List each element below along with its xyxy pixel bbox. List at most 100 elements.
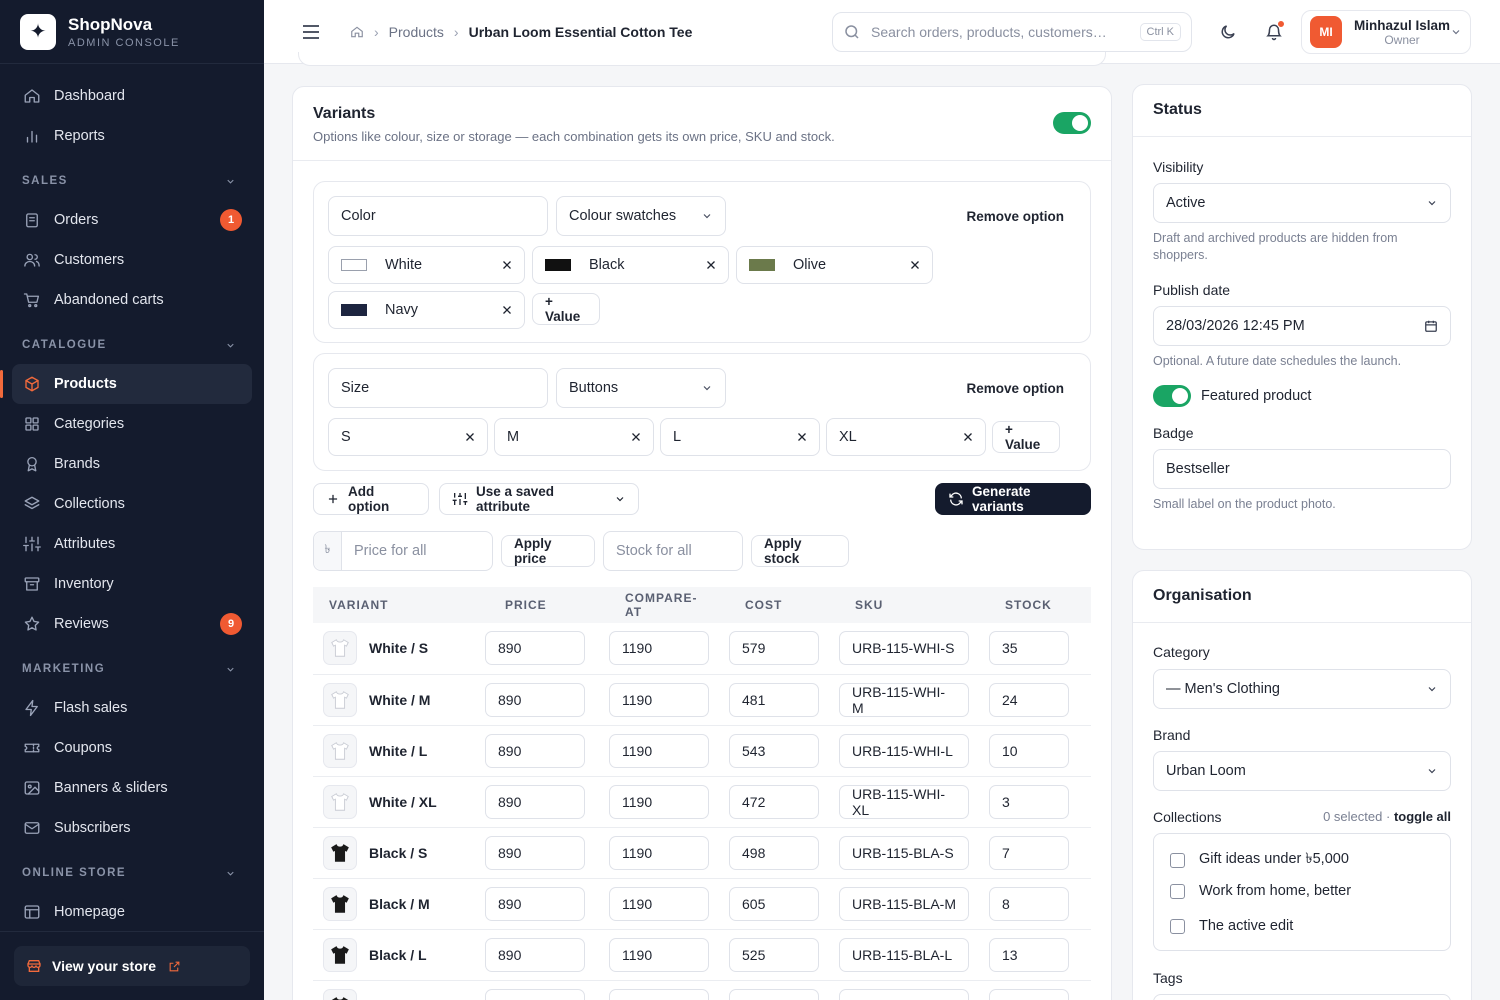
variant-cost-input[interactable] <box>729 988 819 1000</box>
sidebar-item-banners-sliders[interactable]: Banners & sliders <box>12 768 252 808</box>
variant-price-input[interactable]: 890 <box>485 784 585 819</box>
sidebar-item-dashboard[interactable]: Dashboard <box>12 76 252 116</box>
sidebar-item-collections[interactable]: Collections <box>12 484 252 524</box>
hamburger-menu-icon[interactable] <box>302 24 322 39</box>
option-value-chip[interactable]: Black <box>532 246 729 284</box>
close-icon[interactable] <box>629 430 643 444</box>
sidebar-item-coupons[interactable]: Coupons <box>12 728 252 768</box>
close-icon[interactable] <box>908 258 922 272</box>
variant-cost-input[interactable]: 605 <box>729 886 819 921</box>
variant-stock-input[interactable]: 3 <box>989 784 1069 819</box>
variant-compare-input[interactable]: 1190 <box>609 631 709 666</box>
variant-compare-input[interactable]: 1190 <box>609 682 709 717</box>
variant-compare-input[interactable]: 1190 <box>609 937 709 972</box>
variant-compare-input[interactable]: 1190 <box>609 784 709 819</box>
checkbox[interactable] <box>1170 883 1185 899</box>
category-select[interactable]: — Men's Clothing <box>1153 669 1451 709</box>
option-value-chip[interactable]: L <box>660 418 820 456</box>
sidebar-item-subscribers[interactable]: Subscribers <box>12 808 252 848</box>
option-value-chip[interactable]: White <box>328 246 525 284</box>
calendar-icon[interactable] <box>1424 319 1438 333</box>
variant-stock-input[interactable]: 10 <box>989 733 1069 768</box>
remove-option-button[interactable]: Remove option <box>966 381 1064 396</box>
variant-stock-input[interactable]: 7 <box>989 835 1069 870</box>
sidebar-section-sales[interactable]: SALES <box>12 162 252 200</box>
generate-variants-button[interactable]: Generate variants <box>935 483 1091 515</box>
variant-sku-input[interactable]: URB-115-BLA-L <box>839 937 969 972</box>
add-value-button[interactable]: + Value <box>992 421 1060 453</box>
sidebar-section-online-store[interactable]: ONLINE STORE <box>12 854 252 892</box>
variant-sku-input[interactable]: URB-115-WHI-L <box>839 733 969 768</box>
toggle-all-link[interactable]: toggle all <box>1394 809 1451 824</box>
sidebar-item-reviews[interactable]: Reviews 9 <box>12 604 252 644</box>
checkbox[interactable] <box>1170 852 1185 868</box>
variant-sku-input[interactable] <box>839 988 969 1000</box>
sidebar-item-customers[interactable]: Customers <box>12 240 252 280</box>
column-header-variant[interactable]: VARIANT <box>313 587 489 623</box>
close-icon[interactable] <box>704 258 718 272</box>
option-name-input[interactable]: Color <box>328 196 548 236</box>
option-value-chip[interactable]: XL <box>826 418 986 456</box>
variant-compare-input[interactable]: 1190 <box>609 835 709 870</box>
sidebar-item-inventory[interactable]: Inventory <box>12 564 252 604</box>
variants-toggle[interactable] <box>1053 112 1091 134</box>
apply-price-button[interactable]: Apply price <box>501 535 595 567</box>
close-icon[interactable] <box>500 303 514 317</box>
add-value-button[interactable]: + Value <box>532 293 600 325</box>
variant-sku-input[interactable]: URB-115-WHI-XL <box>839 784 969 819</box>
sidebar-section-catalogue[interactable]: CATALOGUE <box>12 326 252 364</box>
tags-input[interactable] <box>1153 994 1451 1000</box>
notification-bell-icon[interactable] <box>1262 20 1286 44</box>
collection-item[interactable]: Work from home, better <box>1170 883 1351 899</box>
column-header-stock[interactable]: STOCK <box>989 587 1091 623</box>
variant-sku-input[interactable]: URB-115-BLA-M <box>839 886 969 921</box>
variant-stock-input[interactable]: 24 <box>989 682 1069 717</box>
option-value-chip[interactable]: M <box>494 418 654 456</box>
column-header-price[interactable]: PRICE <box>489 587 609 623</box>
apply-stock-button[interactable]: Apply stock <box>751 535 849 567</box>
variant-price-input[interactable]: 890 <box>485 937 585 972</box>
option-name-input[interactable]: Size <box>328 368 548 408</box>
featured-toggle[interactable] <box>1153 385 1191 407</box>
brand[interactable]: ✦ ShopNova ADMIN CONSOLE <box>0 0 264 64</box>
stock-for-all-input[interactable]: Stock for all <box>603 531 743 571</box>
sidebar-item-attributes[interactable]: Attributes <box>12 524 252 564</box>
variant-price-input[interactable]: 890 <box>485 682 585 717</box>
sidebar-item-reports[interactable]: Reports <box>12 116 252 156</box>
variant-cost-input[interactable]: 579 <box>729 631 819 666</box>
breadcrumb-products[interactable]: Products <box>389 24 444 40</box>
sidebar-item-homepage[interactable]: Homepage <box>12 892 252 932</box>
sidebar-item-abandoned-carts[interactable]: Abandoned carts <box>12 280 252 320</box>
add-option-button[interactable]: Add option <box>313 483 429 515</box>
option-value-chip[interactable]: S <box>328 418 488 456</box>
close-icon[interactable] <box>795 430 809 444</box>
sidebar-item-products[interactable]: Products <box>0 364 252 404</box>
variant-stock-input[interactable] <box>989 988 1069 1000</box>
variant-cost-input[interactable]: 498 <box>729 835 819 870</box>
close-icon[interactable] <box>500 258 514 272</box>
view-store-button[interactable]: View your store <box>14 946 250 986</box>
price-for-all-input[interactable]: ৳ Price for all <box>313 531 493 571</box>
variant-cost-input[interactable]: 543 <box>729 733 819 768</box>
variant-price-input[interactable]: 890 <box>485 886 585 921</box>
option-value-chip[interactable]: Olive <box>736 246 933 284</box>
option-display-select[interactable]: Colour swatches <box>556 196 726 236</box>
remove-option-button[interactable]: Remove option <box>966 209 1064 224</box>
visibility-select[interactable]: Active <box>1153 183 1451 223</box>
variant-sku-input[interactable]: URB-115-WHI-M <box>839 682 969 717</box>
sidebar-item-flash-sales[interactable]: Flash sales <box>12 688 252 728</box>
column-header-compare-at[interactable]: COMPARE-AT <box>609 587 729 623</box>
variant-cost-input[interactable]: 472 <box>729 784 819 819</box>
user-menu[interactable]: MI Minhazul Islam Owner <box>1301 10 1471 54</box>
variant-sku-input[interactable]: URB-115-WHI-S <box>839 631 969 666</box>
sidebar-item-brands[interactable]: Brands <box>12 444 252 484</box>
option-value-chip[interactable]: Navy <box>328 291 525 329</box>
variant-compare-input[interactable]: 1190 <box>609 886 709 921</box>
variant-price-input[interactable]: 890 <box>485 631 585 666</box>
variant-compare-input[interactable] <box>609 988 709 1000</box>
close-icon[interactable] <box>463 430 477 444</box>
column-header-sku[interactable]: SKU <box>839 587 989 623</box>
home-icon[interactable] <box>350 25 364 39</box>
brand-select[interactable]: Urban Loom <box>1153 751 1451 791</box>
variant-sku-input[interactable]: URB-115-BLA-S <box>839 835 969 870</box>
